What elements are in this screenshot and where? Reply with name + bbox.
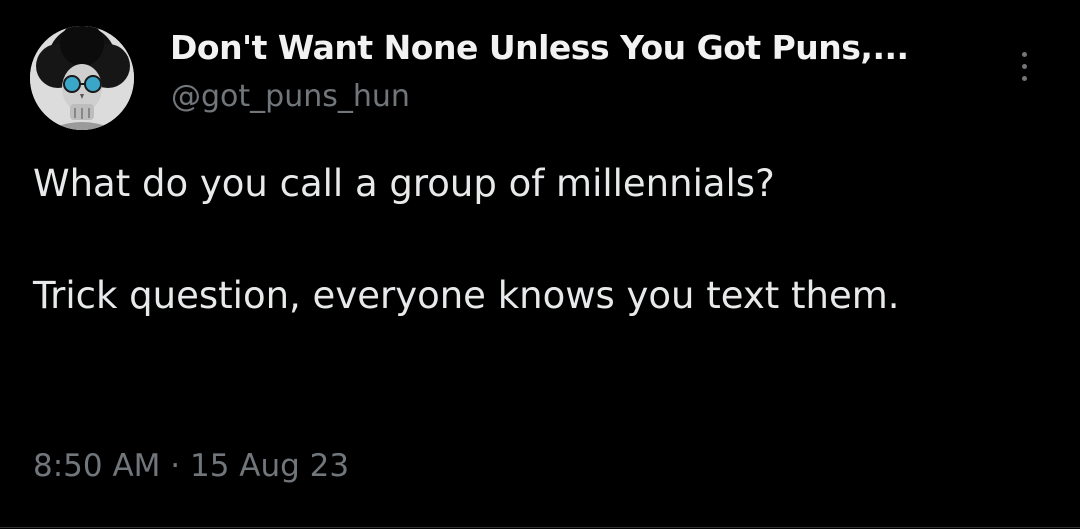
tweet-time: 8:50 AM — [33, 448, 161, 484]
skeleton-avatar-icon — [30, 26, 134, 130]
tweet-timestamp[interactable]: 8:50 AM · 15 Aug 23 — [33, 448, 349, 484]
ellipsis-dot — [1022, 64, 1027, 69]
divider — [0, 527, 1080, 528]
tweet-text-line-2: Trick question, everyone knows you text … — [33, 274, 900, 317]
ellipsis-dot — [1022, 76, 1027, 81]
tweet-card[interactable]: Don't Want None Unless You Got Puns,... … — [0, 0, 1080, 529]
vertical-ellipsis-icon[interactable] — [1008, 46, 1042, 86]
author-display-name[interactable]: Don't Want None Unless You Got Puns,... — [170, 28, 909, 67]
tweet-text-line-1: What do you call a group of millennials? — [33, 162, 775, 205]
author-handle[interactable]: @got_puns_hun — [171, 79, 410, 114]
avatar[interactable] — [30, 26, 134, 130]
tweet-date: 15 Aug 23 — [190, 448, 350, 484]
timestamp-separator: · — [170, 448, 181, 484]
tweet-text: What do you call a group of millennials?… — [33, 156, 993, 324]
ellipsis-dot — [1022, 52, 1027, 57]
